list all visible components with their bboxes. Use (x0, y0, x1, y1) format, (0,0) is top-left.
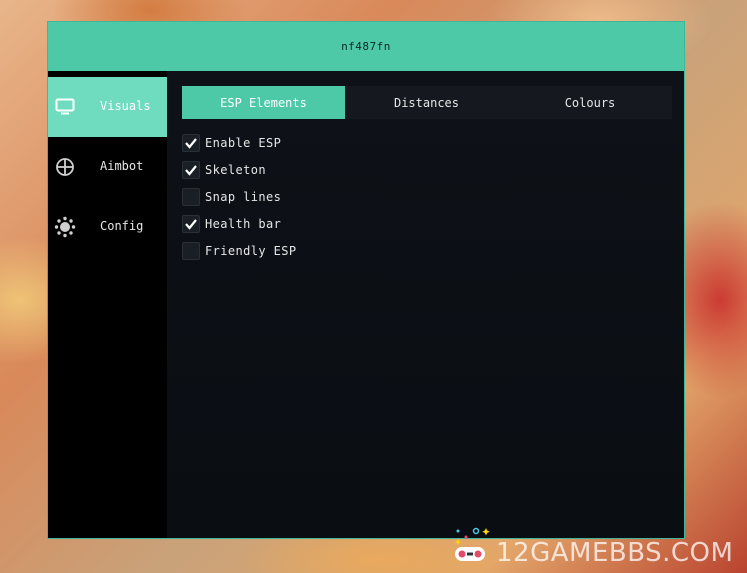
checkbox-enable-esp[interactable] (182, 133, 200, 152)
option-label: Enable ESP (205, 135, 282, 150)
watermark: 12GAMEBBS.COM (450, 524, 733, 569)
window-title: nf487fn (341, 40, 391, 53)
main-panel: ESP Elements Distances Colours Enable ES… (167, 71, 684, 538)
sidebar: Visuals Aimbot Config (48, 71, 167, 538)
checkbox-friendly-esp[interactable] (182, 241, 200, 260)
option-friendly-esp[interactable]: Friendly ESP (182, 237, 297, 264)
title-bar[interactable]: nf487fn (48, 22, 684, 71)
sidebar-item-visuals[interactable]: Visuals (48, 77, 167, 137)
option-skeleton[interactable]: Skeleton (182, 156, 297, 183)
sidebar-item-label: Aimbot (100, 159, 144, 173)
option-snap-lines[interactable]: Snap lines (182, 183, 297, 210)
gear-icon (54, 216, 76, 238)
cheat-menu-window: nf487fn Visuals Aimbot Config ESP Elemen… (47, 21, 685, 539)
tab-label: Distances (393, 95, 460, 110)
option-enable-esp[interactable]: Enable ESP (182, 129, 297, 156)
checkmark-icon (185, 164, 197, 176)
esp-options-list: Enable ESP Skeleton Snap lines Health ba… (182, 129, 297, 264)
option-label: Friendly ESP (205, 243, 297, 258)
option-label: Health bar (205, 216, 282, 231)
tab-label: Colours (564, 95, 616, 110)
checkbox-health-bar[interactable] (182, 214, 200, 233)
option-label: Skeleton (205, 162, 266, 177)
checkbox-skeleton[interactable] (182, 160, 200, 179)
tab-bar: ESP Elements Distances Colours (182, 86, 672, 119)
checkbox-snap-lines[interactable] (182, 187, 200, 206)
tab-esp-elements[interactable]: ESP Elements (182, 86, 345, 119)
monitor-icon (54, 96, 76, 118)
tab-label: ESP Elements (220, 95, 307, 110)
option-label: Snap lines (205, 189, 282, 204)
tab-colours[interactable]: Colours (508, 86, 672, 119)
crosshair-icon (54, 156, 76, 178)
sidebar-item-label: Visuals (100, 99, 151, 113)
gamepad-icon (450, 525, 490, 569)
option-health-bar[interactable]: Health bar (182, 210, 297, 237)
watermark-text: 12GAMEBBS.COM (496, 538, 734, 568)
sidebar-item-aimbot[interactable]: Aimbot (48, 137, 167, 197)
checkmark-icon (185, 137, 197, 149)
sidebar-item-label: Config (100, 219, 144, 233)
sidebar-item-config[interactable]: Config (48, 197, 167, 257)
tab-distances[interactable]: Distances (345, 86, 508, 119)
checkmark-icon (185, 218, 197, 230)
